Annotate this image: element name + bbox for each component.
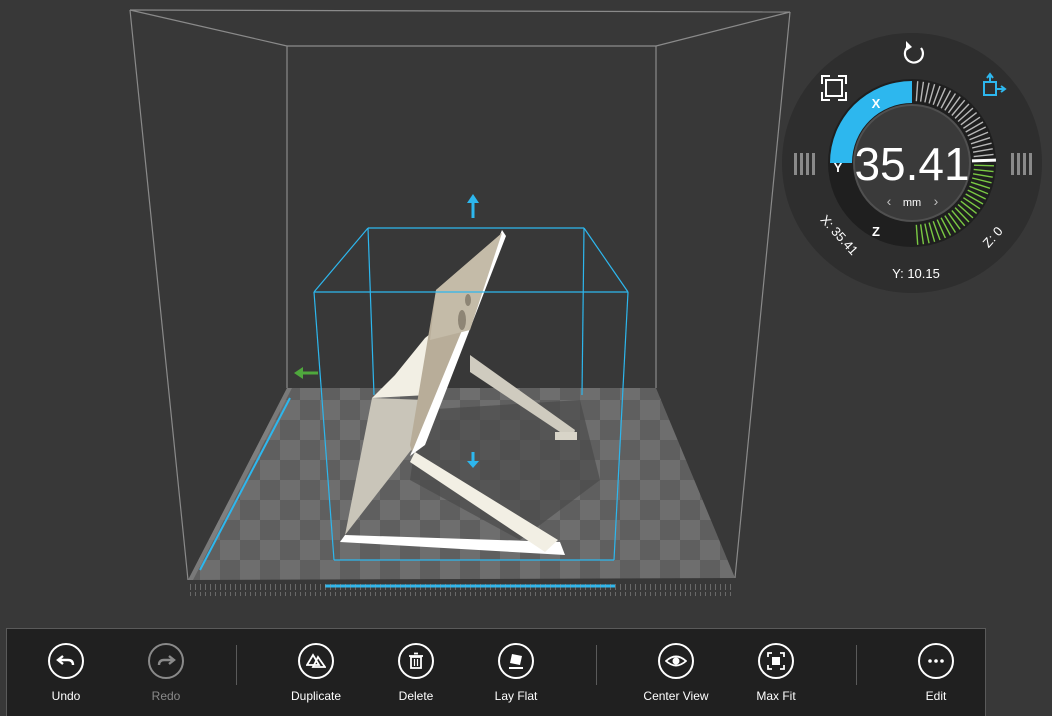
max-fit-label: Max Fit [756,689,796,703]
y-axis-label[interactable]: Y [834,160,843,175]
eye-icon [658,643,694,679]
x-axis-label[interactable]: X [872,96,881,111]
bottom-toolbar: Undo Redo Duplicate Delete Lay Flat Cent… [6,628,986,716]
redo-button[interactable]: Redo [116,643,216,703]
delete-label: Delete [398,689,434,703]
center-view-label: Center View [643,689,709,703]
lay-flat-label: Lay Flat [494,689,538,703]
dial-tick [973,164,994,167]
unit-prev-button[interactable]: ‹ [887,193,892,209]
move-up-arrow-icon[interactable] [467,194,479,218]
redo-icon [148,643,184,679]
duplicate-button[interactable]: Duplicate [266,643,366,703]
undo-button[interactable]: Undo [16,643,116,703]
dial-marker [971,158,997,163]
toolbar-divider [856,645,857,685]
redo-label: Redo [151,689,181,703]
duplicate-label: Duplicate [290,689,342,703]
plate-ruler-bottom [188,582,735,596]
delete-button[interactable]: Delete [366,643,466,703]
lay-flat-icon [498,643,534,679]
undo-icon [48,643,84,679]
undo-label: Undo [51,689,81,703]
more-icon [918,643,954,679]
move-left-arrow-icon[interactable] [294,367,318,379]
edit-button[interactable]: Edit [886,643,986,703]
unit-next-button[interactable]: › [934,193,939,209]
y-readout: Y: 10.15 [892,266,940,281]
toolbar-divider [596,645,597,685]
lay-flat-button[interactable]: Lay Flat [466,643,566,703]
trash-icon [398,643,434,679]
duplicate-icon [298,643,334,679]
max-fit-button[interactable]: Max Fit [726,643,826,703]
dial-unit: mm [903,197,921,209]
max-fit-icon [758,643,794,679]
dial-value: 35.41 [854,138,969,190]
center-view-button[interactable]: Center View [626,643,726,703]
toolbar-divider [236,645,237,685]
edit-label: Edit [925,689,947,703]
z-axis-label[interactable]: Z [872,224,880,239]
